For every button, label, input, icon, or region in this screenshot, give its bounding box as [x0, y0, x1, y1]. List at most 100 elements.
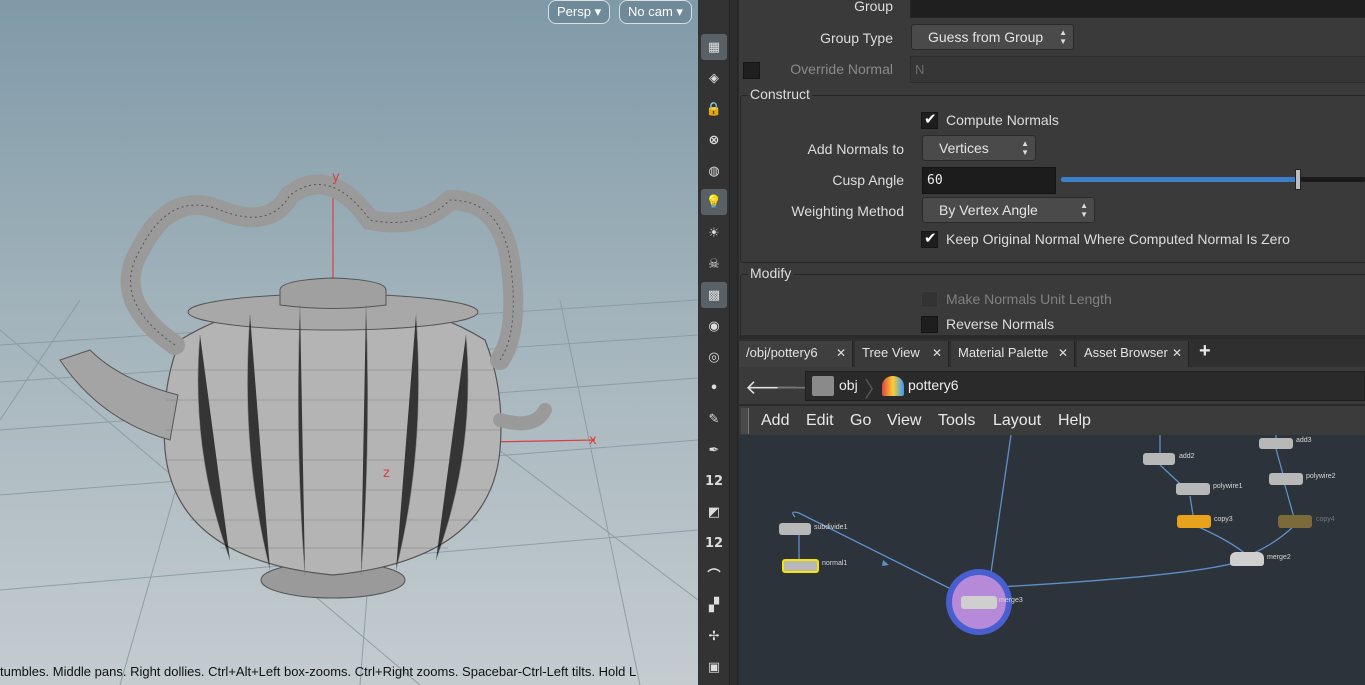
reverse-normals-label: Reverse Normals [946, 316, 1055, 332]
cusp-angle-input[interactable]: 60 [922, 167, 1056, 194]
dropdown-arrows-icon: ▲ ▼ [1059, 28, 1067, 46]
node-label: merge2 [1267, 554, 1291, 561]
node-add3[interactable] [1259, 438, 1293, 449]
point-icon[interactable]: • [701, 375, 727, 401]
network-path-bar: 🡐 🡒 obj 〉 pottery6 [739, 367, 1365, 404]
node-normal1[interactable] [782, 559, 819, 573]
override-normal-label: Override Normal [790, 61, 893, 77]
node-polywire1[interactable] [1176, 483, 1210, 495]
close-icon[interactable]: ✕ [932, 341, 942, 365]
node-merge3[interactable] [961, 596, 997, 609]
group-type-label: Group Type [820, 30, 893, 46]
pane-divider[interactable] [730, 0, 738, 685]
path-breadcrumb: obj 〉 pottery6 [805, 371, 1365, 402]
cusp-angle-slider-fill [1061, 177, 1299, 182]
curve-icon[interactable]: ⌒ [701, 561, 727, 587]
axis-z-label: z [383, 466, 390, 481]
camera-select-button[interactable]: No cam ▾ [619, 0, 692, 24]
menu-edit[interactable]: Edit [806, 412, 834, 430]
add-normals-dropdown[interactable]: Vertices ▲ ▼ [922, 135, 1036, 161]
tab-asset-browser[interactable]: Asset Browser ✕ [1077, 341, 1189, 367]
node-label: add3 [1296, 437, 1312, 444]
viewport-scene [0, 174, 698, 685]
modify-header: Modify [748, 265, 794, 281]
grid-snap-icon[interactable]: ▞ [701, 592, 727, 618]
menu-layout[interactable]: Layout [993, 412, 1041, 430]
group-type-dropdown[interactable]: Guess from Group ▲ ▼ [911, 24, 1074, 50]
light-icon[interactable]: ☀ [701, 220, 727, 246]
close-icon[interactable]: ✕ [836, 341, 846, 365]
menu-view[interactable]: View [887, 412, 921, 430]
brush-icon[interactable]: ✎ [701, 406, 727, 432]
menu-tools[interactable]: Tools [938, 412, 975, 430]
pen-icon[interactable]: ✒ [701, 437, 727, 463]
snap-12b-icon[interactable]: 12 [701, 530, 727, 556]
unit-length-checkbox[interactable] [921, 291, 938, 308]
axis-y-label: y [332, 170, 340, 185]
headlight-icon[interactable]: 💡 [701, 189, 727, 215]
group-label: Group [854, 0, 893, 14]
parameter-pane: Group Group Type Guess from Group ▲ ▼ Over… [739, 0, 1365, 335]
breadcrumb-obj[interactable]: obj [839, 377, 858, 393]
tab-material-palette[interactable]: Material Palette ✕ [951, 341, 1075, 367]
dropdown-arrows-icon: ▲ ▼ [1080, 201, 1088, 219]
vector-icon[interactable]: ✢ [701, 623, 727, 649]
node-label: subdivide1 [814, 524, 848, 531]
keep-original-checkbox[interactable] [921, 229, 938, 248]
geometry-icon [882, 376, 904, 396]
cusp-angle-slider[interactable] [1061, 169, 1365, 190]
network-menu-bar: Add Edit Go View Tools Layout Help [739, 405, 1365, 435]
override-normal-field[interactable]: N [910, 56, 1365, 83]
reverse-normals-checkbox[interactable] [921, 316, 938, 333]
cusp-angle-slider-handle[interactable] [1295, 169, 1302, 190]
node-label: add2 [1179, 453, 1195, 460]
breadcrumb-pottery6[interactable]: pottery6 [908, 377, 959, 393]
unit-length-label: Make Normals Unit Length [946, 291, 1112, 307]
erase-icon[interactable]: ◩ [701, 499, 727, 525]
ghost-icon[interactable]: ⊗ [701, 127, 727, 153]
node-label: copy4 [1316, 516, 1335, 523]
tab-tree-view[interactable]: Tree View ✕ [855, 341, 949, 367]
camera-eye-icon[interactable]: ◎ [701, 344, 727, 370]
cusp-angle-label: Cusp Angle [832, 172, 904, 188]
node-copy3[interactable] [1177, 515, 1211, 528]
skull-icon[interactable]: ☠ [701, 251, 727, 277]
shading-icon[interactable]: ◍ [701, 158, 727, 184]
tab-network-pottery6[interactable]: /obj/pottery6 ✕ [739, 341, 853, 367]
node-copy4[interactable] [1278, 515, 1312, 528]
compute-normals-label: Compute Normals [946, 112, 1059, 128]
menu-help[interactable]: Help [1058, 412, 1091, 430]
lock-icon[interactable]: 🔒 [701, 96, 727, 122]
node-merge2[interactable] [1230, 552, 1264, 566]
checker-icon[interactable]: ▩ [701, 282, 727, 308]
node-label: merge3 [999, 597, 1023, 604]
construct-header: Construct [748, 86, 812, 102]
snap-12-icon[interactable]: 12 [701, 468, 727, 494]
axis-x-label: x [589, 433, 597, 448]
grid-icon[interactable]: ▦ [701, 34, 727, 60]
network-editor[interactable]: subdivide1 normal1 merge3 add2 polywire1… [739, 435, 1365, 685]
node-add2[interactable] [1143, 453, 1175, 465]
node-subdivide1[interactable] [779, 523, 811, 535]
scene-viewport[interactable]: Persp ▾ No cam ▾ y x z tumbles. Middle p… [0, 0, 698, 685]
weighting-method-dropdown[interactable]: By Vertex Angle ▲ ▼ [922, 197, 1095, 223]
keep-original-label: Keep Original Normal Where Computed Norm… [946, 231, 1290, 247]
node-label: normal1 [822, 560, 848, 567]
group-field[interactable] [910, 0, 1365, 18]
compute-normals-checkbox[interactable] [921, 110, 938, 129]
obj-icon [812, 376, 834, 396]
close-icon[interactable]: ✕ [1058, 341, 1068, 365]
node-polywire2[interactable] [1269, 473, 1303, 485]
add-tab-button[interactable]: + [1199, 340, 1211, 363]
close-icon[interactable]: ✕ [1172, 341, 1182, 365]
node-label: copy3 [1214, 516, 1233, 523]
eye-icon[interactable]: ◉ [701, 313, 727, 339]
persp-view-button[interactable]: Persp ▾ [548, 0, 611, 24]
menu-add[interactable]: Add [761, 412, 789, 430]
display-options-icon[interactable]: ◈ [701, 65, 727, 91]
dropdown-arrows-icon: ▲ ▼ [1021, 139, 1029, 157]
menu-grip [741, 408, 749, 434]
menu-go[interactable]: Go [850, 412, 871, 430]
terminal-icon[interactable]: ▣ [701, 654, 727, 680]
node-label: polywire2 [1306, 473, 1336, 480]
